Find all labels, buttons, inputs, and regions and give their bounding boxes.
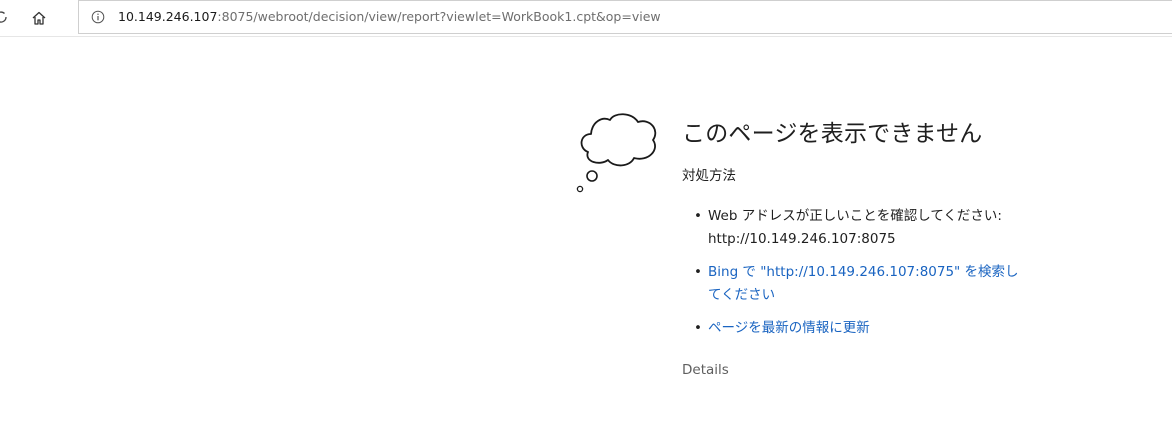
home-button[interactable] xyxy=(26,6,52,30)
tip-refresh[interactable]: ページを最新の情報に更新 xyxy=(694,317,1022,340)
url-path: :8075/webroot/decision/view/report?viewl… xyxy=(217,9,661,24)
refresh-icon[interactable] xyxy=(0,10,8,24)
tip-check-address: Web アドレスが正しいことを確認してください: http://10.149.2… xyxy=(694,205,1022,251)
tips-list: Web アドレスが正しいことを確認してください: http://10.149.2… xyxy=(682,205,1022,340)
home-icon xyxy=(32,11,46,25)
thought-cloud-icon xyxy=(576,113,657,193)
section-heading: 対処方法 xyxy=(682,168,736,184)
address-bar[interactable]: 10.149.246.107:8075/webroot/decision/vie… xyxy=(78,0,1172,34)
bing-search-link[interactable]: Bing で "http://10.149.246.107:8075" を検索し… xyxy=(708,264,1019,303)
tip-bing-search[interactable]: Bing で "http://10.149.246.107:8075" を検索し… xyxy=(694,261,1022,307)
error-content: このページを表示できません 対処方法 Web アドレスが正しいことを確認してくだ… xyxy=(682,114,1022,378)
browser-toolbar: 10.149.246.107:8075/webroot/decision/vie… xyxy=(0,0,1172,37)
page-title: このページを表示できません xyxy=(682,121,983,147)
details-link[interactable]: Details xyxy=(682,362,1022,378)
url-text[interactable]: 10.149.246.107:8075/webroot/decision/vie… xyxy=(118,9,661,24)
info-icon[interactable] xyxy=(91,10,105,24)
url-host: 10.149.246.107 xyxy=(118,9,218,24)
tip-check-address-text: Web アドレスが正しいことを確認してください: http://10.149.2… xyxy=(708,208,1002,247)
refresh-page-link[interactable]: ページを最新の情報に更新 xyxy=(708,320,870,336)
